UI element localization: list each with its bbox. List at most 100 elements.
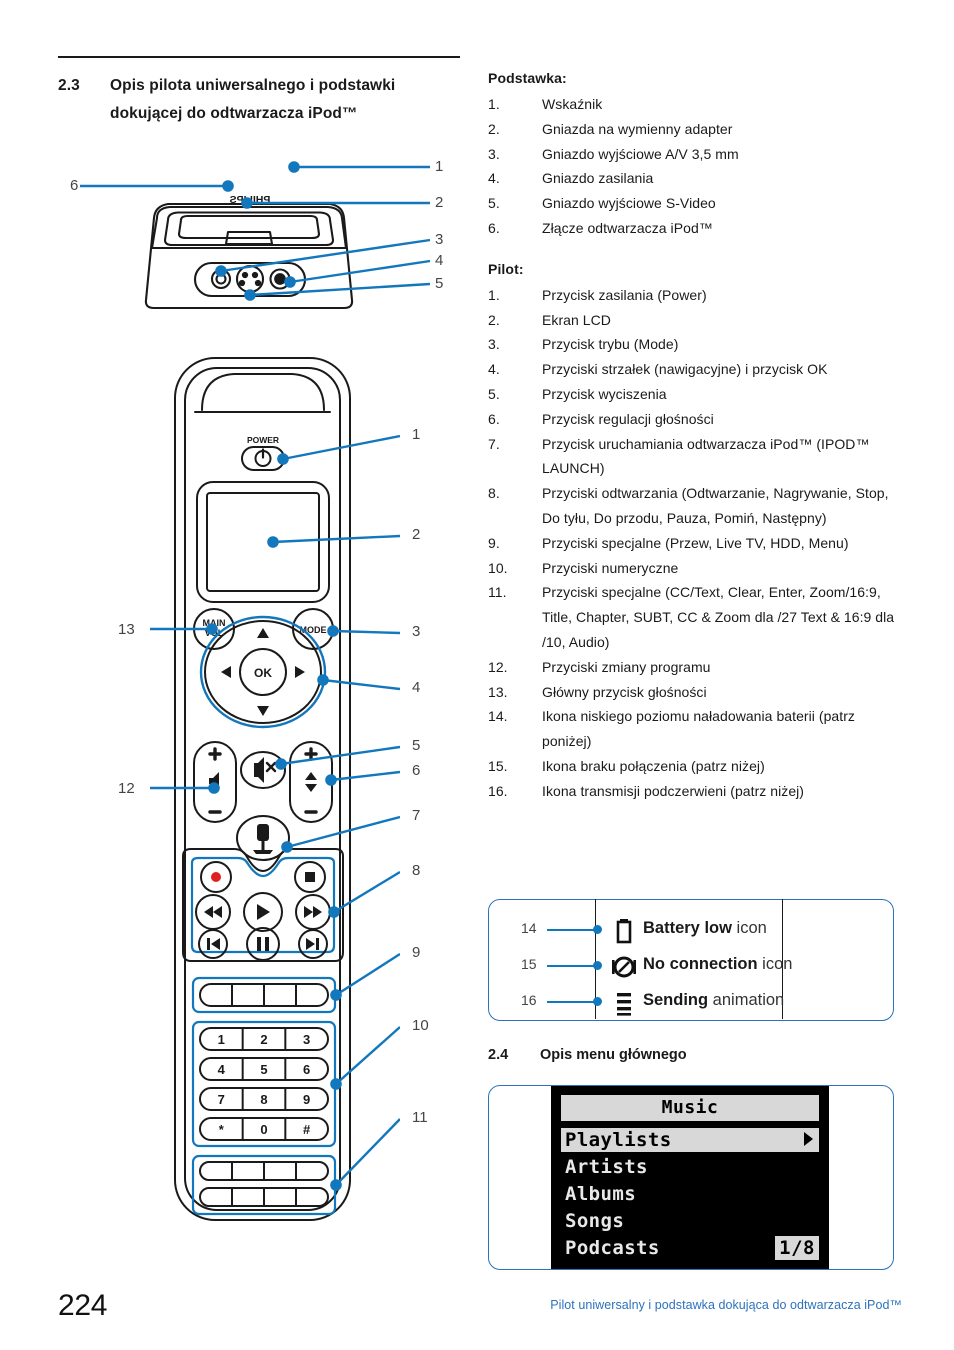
lcd-item-label: Podcasts <box>565 1237 660 1259</box>
remote-list-item: 1. Przycisk zasilania (Power) <box>488 283 908 308</box>
lcd-item-albums[interactable]: Albums <box>561 1182 819 1206</box>
power-label: POWER <box>247 435 279 445</box>
legend-row-no-connection: 15 No connection icon <box>489 950 895 984</box>
subsection-title-24: 2.4 Opis menu głównego <box>488 1047 687 1063</box>
remote-callout-9: 9 <box>412 944 421 961</box>
remote-callout-11: 11 <box>412 1109 428 1126</box>
dock-list-item: 5. Gniazdo wyjściowe S-Video <box>488 191 908 216</box>
legend-callout-16: 16 <box>521 992 537 1008</box>
dock-callout-5: 5 <box>435 275 444 292</box>
lcd-item-label: Artists <box>565 1156 648 1178</box>
keypad-key-#[interactable]: # <box>303 1122 311 1137</box>
keypad-key-0[interactable]: 0 <box>260 1122 267 1137</box>
dock-callout-2: 2 <box>435 194 444 211</box>
lcd-item-playlists[interactable]: Playlists <box>561 1128 819 1152</box>
remote-list-item-label: Ikona braku połączenia (patrz niżej) <box>542 757 765 774</box>
remote-list-item-label: Przyciski odtwarzania (Odtwarzanie, Nagr… <box>542 485 889 526</box>
remote-list-item: 15. Ikona braku połączenia (patrz niżej) <box>488 754 908 779</box>
header-rule <box>58 56 460 58</box>
lcd-item-artists[interactable]: Artists <box>561 1155 819 1179</box>
remote-list-item-label: Ikona transmisji podczerwieni (patrz niż… <box>542 782 805 799</box>
dock-list-item: 6. Złącze odtwarzacza iPod™ <box>488 216 908 241</box>
legend-leader-line <box>547 965 597 968</box>
legend-leader-line <box>547 929 597 932</box>
dock-list-title: Podstawka: <box>488 70 567 86</box>
remote-list-item-label: Przycisk trybu (Mode) <box>542 336 679 353</box>
remote-list-item: 4. Przyciski strzałek (nawigacyjne) i prz… <box>488 357 908 382</box>
lcd-item-label: Songs <box>565 1210 625 1232</box>
remote-list-item-label: Przycisk wyciszenia <box>542 385 667 402</box>
remote-list-item-label: Główny przycisk głośności <box>542 683 707 700</box>
power-icon <box>254 448 272 467</box>
previous-icon <box>207 938 220 950</box>
remote-list-item: 12. Przyciski zmiany programu <box>488 655 908 680</box>
footer-text: Pilot uniwersalny i podstawka dokująca d… <box>550 1298 902 1312</box>
stop-icon <box>305 872 315 882</box>
keypad-key-6[interactable]: 6 <box>303 1062 310 1077</box>
icon-legend-box: 14 Battery low icon 15 No connection ico… <box>488 899 894 1021</box>
fast-forward-icon <box>304 906 322 918</box>
volume-rocker-icons <box>208 747 222 814</box>
keypad-key-9[interactable]: 9 <box>303 1092 310 1107</box>
ok-label: OK <box>254 666 272 680</box>
remote-list-item-index: 12. <box>488 658 508 675</box>
remote-callout-3: 3 <box>412 623 421 640</box>
remote-list-item: 16. Ikona transmisji podczerwieni (patrz … <box>488 779 908 804</box>
legend-leader-dot <box>593 961 602 970</box>
remote-callout-10: 10 <box>412 1017 429 1034</box>
remote-list-item-label: Przycisk uruchamiania odtwarzacza iPod™ … <box>542 435 870 477</box>
remote-list-item-index: 7. <box>488 435 500 452</box>
dock-list-item-label: Wskaźnik <box>542 96 603 112</box>
remote-list-item: 10. Przyciski numeryczne <box>488 556 908 581</box>
keypad-key-2[interactable]: 2 <box>260 1032 267 1047</box>
dock-list-item-label: Złącze odtwarzacza iPod™ <box>542 219 713 236</box>
dock-list: 1. Wskaźnik 2. Gniazda na wymienny adapter 3… <box>488 92 908 241</box>
lcd-item-songs[interactable]: Songs <box>561 1209 819 1233</box>
legend-leader-dot <box>593 997 602 1006</box>
section-title: Opis pilota uniwersalnego i podstawki do… <box>110 77 396 122</box>
dock-list-item-label: Gniazdo wyjściowe S-Video <box>542 195 716 212</box>
remote-list-item: 7. Przycisk uruchamiania odtwarzacza iPod… <box>488 432 908 482</box>
keypad-key-3[interactable]: 3 <box>303 1032 310 1047</box>
dock-list-item-index: 4. <box>488 170 500 187</box>
page-title: 2.3 Opis pilota uniwersalnego i podstawk… <box>58 72 468 128</box>
dock-callout-4: 4 <box>435 252 444 269</box>
legend-callout-14: 14 <box>521 920 537 936</box>
dock-list-item: 1. Wskaźnik <box>488 92 908 117</box>
legend-row-battery: 14 Battery low icon <box>489 914 895 948</box>
dock-list-item-label: Gniazdo zasilania <box>542 170 654 187</box>
dock-callout-1: 1 <box>435 158 444 175</box>
remote-callout-5: 5 <box>412 737 421 754</box>
sending-animation-icon <box>611 988 637 1018</box>
keypad-key-5[interactable]: 5 <box>260 1062 267 1077</box>
legend-label-sending: Sending animation <box>643 991 785 1009</box>
keypad-key-*[interactable]: * <box>219 1122 225 1137</box>
keypad-key-7[interactable]: 7 <box>218 1092 225 1107</box>
remote-list-title: Pilot: <box>488 260 524 277</box>
battery-low-icon <box>611 916 637 946</box>
remote-list-item-label: Przyciski specjalne (Przew, Live TV, HDD… <box>542 534 849 551</box>
chevron-right-icon <box>804 1132 813 1146</box>
remote-callout-6: 6 <box>412 762 421 779</box>
keypad-key-8[interactable]: 8 <box>260 1092 267 1107</box>
remote-list-item: 5. Przycisk wyciszenia <box>488 382 908 407</box>
remote-callout-2: 2 <box>412 526 421 543</box>
lcd-item-label: Albums <box>565 1183 637 1205</box>
keypad-key-1[interactable]: 1 <box>218 1032 225 1047</box>
dock-list-item-index: 2. <box>488 120 500 137</box>
no-connection-icon <box>611 952 637 982</box>
keypad-key-4[interactable]: 4 <box>218 1062 226 1077</box>
remote-list-item-label: Przycisk regulacji głośności <box>542 410 714 427</box>
remote-list-item: 11. Przyciski specjalne (CC/Text, Clear, … <box>488 580 908 654</box>
remote-list-item: 9. Przyciski specjalne (Przew, Live TV, H… <box>488 531 908 556</box>
rewind-icon <box>204 906 222 918</box>
remote-list: 1. Przycisk zasilania (Power) 2. Ekran LCD 3… <box>488 283 908 804</box>
legend-row-sending: 16 Sending animation <box>489 986 895 1020</box>
dock-list-item-index: 3. <box>488 145 500 162</box>
remote-callout-4: 4 <box>412 679 421 696</box>
remote-list-item-index: 10. <box>488 559 508 576</box>
lcd-title: Music <box>561 1095 819 1121</box>
remote-list-item-index: 9. <box>488 534 500 551</box>
section-number: 2.3 <box>58 77 80 94</box>
remote-list-item-index: 13. <box>488 683 508 700</box>
